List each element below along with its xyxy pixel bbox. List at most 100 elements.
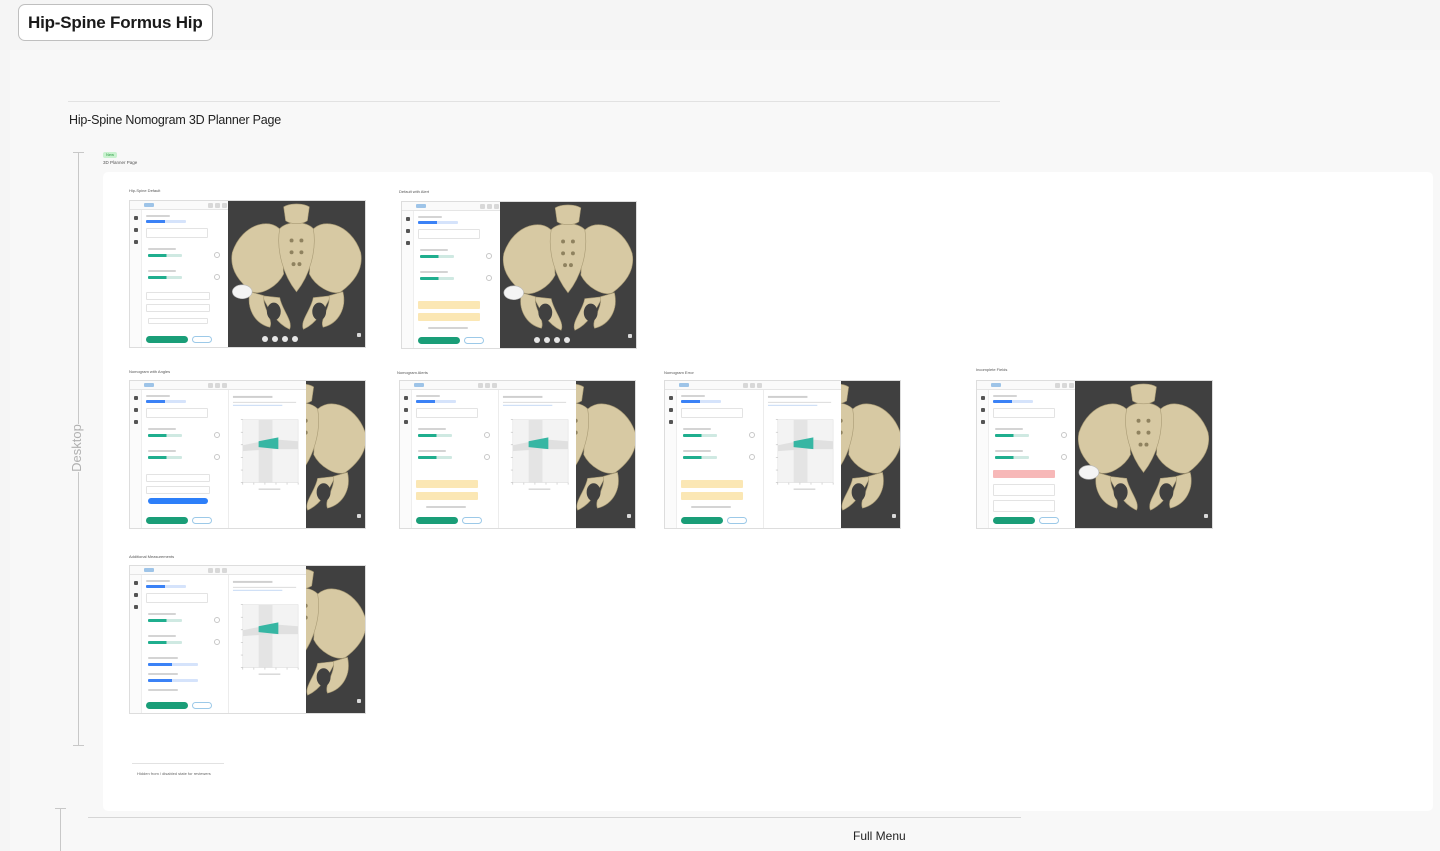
- rotate-icon[interactable]: [262, 336, 268, 342]
- nomogram-chart[interactable]: [229, 575, 306, 713]
- toolbar-button[interactable]: [208, 203, 213, 208]
- cancel-button[interactable]: [192, 336, 212, 343]
- cursor-icon[interactable]: [134, 581, 138, 585]
- acetabular-cup-implant[interactable]: [232, 284, 253, 299]
- stepper-control[interactable]: [214, 639, 220, 645]
- view-orientation-icon[interactable]: [892, 514, 896, 518]
- reset-icon[interactable]: [282, 336, 288, 342]
- cancel-button[interactable]: [462, 517, 482, 524]
- stepper-control[interactable]: [749, 432, 755, 438]
- toolbar-button[interactable]: [480, 204, 485, 209]
- 3d-viewer[interactable]: [1075, 381, 1212, 528]
- stepper-control[interactable]: [486, 275, 492, 281]
- pencil-icon[interactable]: [981, 408, 985, 412]
- stepper-control[interactable]: [1061, 454, 1067, 460]
- toolbar-button[interactable]: [478, 383, 483, 388]
- nomogram-chart[interactable]: [499, 390, 576, 528]
- view-orientation-icon[interactable]: [1204, 514, 1208, 518]
- view-orientation-icon[interactable]: [357, 333, 361, 337]
- apply-plan-button[interactable]: [416, 517, 458, 524]
- view-orientation-icon[interactable]: [357, 514, 361, 518]
- stepper-control[interactable]: [214, 617, 220, 623]
- cursor-icon[interactable]: [134, 396, 138, 400]
- pencil-icon[interactable]: [669, 408, 673, 412]
- cursor-icon[interactable]: [404, 396, 408, 400]
- toolbar-button[interactable]: [485, 383, 490, 388]
- cancel-button[interactable]: [192, 517, 212, 524]
- cancel-button[interactable]: [727, 517, 747, 524]
- apply-plan-button[interactable]: [146, 702, 188, 709]
- more-icon[interactable]: [564, 337, 570, 343]
- toolbar-button[interactable]: [222, 203, 227, 208]
- stepper-control[interactable]: [214, 454, 220, 460]
- stepper-control[interactable]: [214, 432, 220, 438]
- zoom-icon[interactable]: [544, 337, 550, 343]
- pelvis-model[interactable]: [1075, 381, 1212, 528]
- 3d-viewer[interactable]: [500, 202, 636, 348]
- toolbar-button[interactable]: [215, 568, 220, 573]
- pelvis-model[interactable]: [841, 381, 900, 528]
- zoom-icon[interactable]: [272, 336, 278, 342]
- toolbar-button[interactable]: [208, 568, 213, 573]
- pencil-icon[interactable]: [134, 593, 138, 597]
- cursor-icon[interactable]: [134, 216, 138, 220]
- 3d-viewer[interactable]: [306, 381, 365, 528]
- 3d-viewer[interactable]: [576, 381, 635, 528]
- stepper-control[interactable]: [214, 274, 220, 280]
- apply-plan-button[interactable]: [146, 517, 188, 524]
- pelvis-model[interactable]: [500, 202, 636, 348]
- view-orientation-icon[interactable]: [628, 334, 632, 338]
- more-icon[interactable]: [292, 336, 298, 342]
- acetabular-cup-implant[interactable]: [1078, 465, 1100, 480]
- toolbar-button[interactable]: [487, 204, 492, 209]
- stepper-control[interactable]: [749, 454, 755, 460]
- 3d-viewer[interactable]: [841, 381, 900, 528]
- home-icon[interactable]: [134, 420, 138, 424]
- cursor-icon[interactable]: [981, 396, 985, 400]
- rotate-icon[interactable]: [534, 337, 540, 343]
- home-icon[interactable]: [981, 420, 985, 424]
- 3d-viewer[interactable]: [228, 201, 365, 347]
- toolbar-button[interactable]: [743, 383, 748, 388]
- pencil-icon[interactable]: [406, 229, 410, 233]
- toolbar-button[interactable]: [1062, 383, 1067, 388]
- cancel-button[interactable]: [1039, 517, 1059, 524]
- toolbar-button[interactable]: [215, 383, 220, 388]
- nomogram-chart[interactable]: [229, 390, 306, 528]
- toolbar-button[interactable]: [1055, 383, 1060, 388]
- pencil-icon[interactable]: [134, 228, 138, 232]
- home-icon[interactable]: [404, 420, 408, 424]
- pencil-icon[interactable]: [404, 408, 408, 412]
- toolbar-button[interactable]: [208, 383, 213, 388]
- home-icon[interactable]: [134, 605, 138, 609]
- toolbar-button[interactable]: [222, 383, 227, 388]
- stepper-control[interactable]: [1061, 432, 1067, 438]
- apply-plan-button[interactable]: [418, 337, 460, 344]
- pelvis-model[interactable]: [228, 201, 365, 347]
- apply-plan-button[interactable]: [681, 517, 723, 524]
- acetabular-cup-implant[interactable]: [503, 285, 524, 300]
- toolbar-button[interactable]: [492, 383, 497, 388]
- toolbar-button[interactable]: [494, 204, 499, 209]
- stepper-control[interactable]: [486, 253, 492, 259]
- nomogram-chart[interactable]: [764, 390, 841, 528]
- cursor-icon[interactable]: [669, 396, 673, 400]
- stepper-control[interactable]: [484, 454, 490, 460]
- stepper-control[interactable]: [484, 432, 490, 438]
- cancel-button[interactable]: [464, 337, 484, 344]
- pencil-icon[interactable]: [134, 408, 138, 412]
- page-title[interactable]: Hip-Spine Formus Hip: [18, 4, 213, 41]
- toolbar-button[interactable]: [222, 568, 227, 573]
- stepper-control[interactable]: [214, 252, 220, 258]
- toolbar-button[interactable]: [1069, 383, 1074, 388]
- toolbar-button[interactable]: [215, 203, 220, 208]
- reset-icon[interactable]: [554, 337, 560, 343]
- pelvis-model[interactable]: [576, 381, 635, 528]
- apply-plan-button[interactable]: [146, 336, 188, 343]
- toolbar-button[interactable]: [757, 383, 762, 388]
- cancel-button[interactable]: [192, 702, 212, 709]
- home-icon[interactable]: [134, 240, 138, 244]
- pelvis-model[interactable]: [306, 566, 365, 713]
- view-orientation-icon[interactable]: [627, 514, 631, 518]
- apply-plan-button[interactable]: [993, 517, 1035, 524]
